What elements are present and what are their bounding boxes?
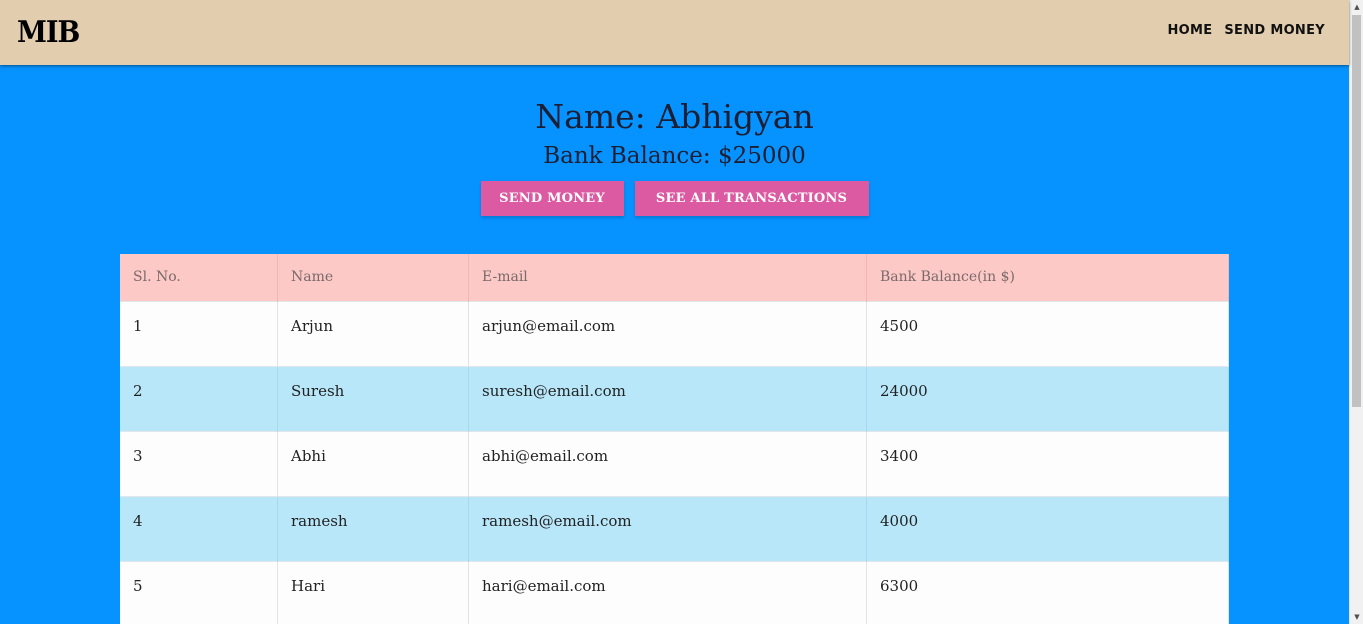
- header-email: E-mail: [468, 254, 867, 301]
- header-balance: Bank Balance(in $): [866, 254, 1229, 301]
- navbar: MIB HOME SEND MONEY: [0, 0, 1349, 65]
- send-money-button[interactable]: SEND MONEY: [480, 181, 624, 216]
- action-buttons: SEND MONEY SEE ALL TRANSACTIONS: [0, 181, 1349, 216]
- cell-email: ramesh@email.com: [468, 495, 867, 561]
- cell-name: Hari: [277, 560, 469, 624]
- customers-table: Sl. No. Name E-mail Bank Balance(in $) 1…: [120, 254, 1229, 624]
- cell-name: ramesh: [277, 495, 469, 561]
- cell-balance: 24000: [866, 365, 1229, 431]
- header-name: Name: [277, 254, 469, 301]
- scroll-thumb[interactable]: [1352, 15, 1361, 407]
- cell-balance: 4500: [866, 300, 1229, 366]
- nav-links: HOME SEND MONEY: [1167, 23, 1325, 38]
- cell-balance: 6300: [866, 560, 1229, 624]
- table-row: 1 Arjun arjun@email.com 4500: [120, 300, 1229, 366]
- profile-balance: Bank Balance: $25000: [543, 143, 806, 169]
- table-row: 4 ramesh ramesh@email.com 4000: [120, 495, 1229, 561]
- cell-email: arjun@email.com: [468, 300, 867, 366]
- cell-name: Arjun: [277, 300, 469, 366]
- table-row: 2 Suresh suresh@email.com 24000: [120, 365, 1229, 431]
- cell-balance: 4000: [866, 495, 1229, 561]
- cell-sl-no: 2: [120, 365, 278, 431]
- table-header-row: Sl. No. Name E-mail Bank Balance(in $): [120, 254, 1229, 301]
- cell-email: abhi@email.com: [468, 430, 867, 496]
- cell-sl-no: 4: [120, 495, 278, 561]
- brand-logo[interactable]: MIB: [17, 15, 80, 50]
- nav-send-money-link[interactable]: SEND MONEY: [1224, 23, 1325, 38]
- see-all-transactions-button[interactable]: SEE ALL TRANSACTIONS: [634, 181, 869, 216]
- table-body: 1 Arjun arjun@email.com 4500 2 Suresh su…: [120, 300, 1229, 624]
- cell-balance: 3400: [866, 430, 1229, 496]
- cell-name: Abhi: [277, 430, 469, 496]
- cell-name: Suresh: [277, 365, 469, 431]
- scroll-down-arrow-icon[interactable]: ▼: [1350, 610, 1363, 624]
- vertical-scrollbar[interactable]: ▲ ▼: [1349, 0, 1363, 624]
- cell-sl-no: 5: [120, 560, 278, 624]
- cell-email: suresh@email.com: [468, 365, 867, 431]
- table-row: 5 Hari hari@email.com 6300: [120, 560, 1229, 624]
- cell-sl-no: 3: [120, 430, 278, 496]
- cell-email: hari@email.com: [468, 560, 867, 624]
- cell-sl-no: 1: [120, 300, 278, 366]
- scroll-up-arrow-icon[interactable]: ▲: [1350, 0, 1363, 14]
- table-row: 3 Abhi abhi@email.com 3400: [120, 430, 1229, 496]
- profile-name: Name: Abhigyan: [535, 97, 814, 136]
- nav-home-link[interactable]: HOME: [1167, 23, 1212, 38]
- header-sl-no: Sl. No.: [120, 254, 278, 301]
- profile-summary: Name: Abhigyan Bank Balance: $25000: [0, 95, 1349, 173]
- table-header: Sl. No. Name E-mail Bank Balance(in $): [120, 254, 1229, 301]
